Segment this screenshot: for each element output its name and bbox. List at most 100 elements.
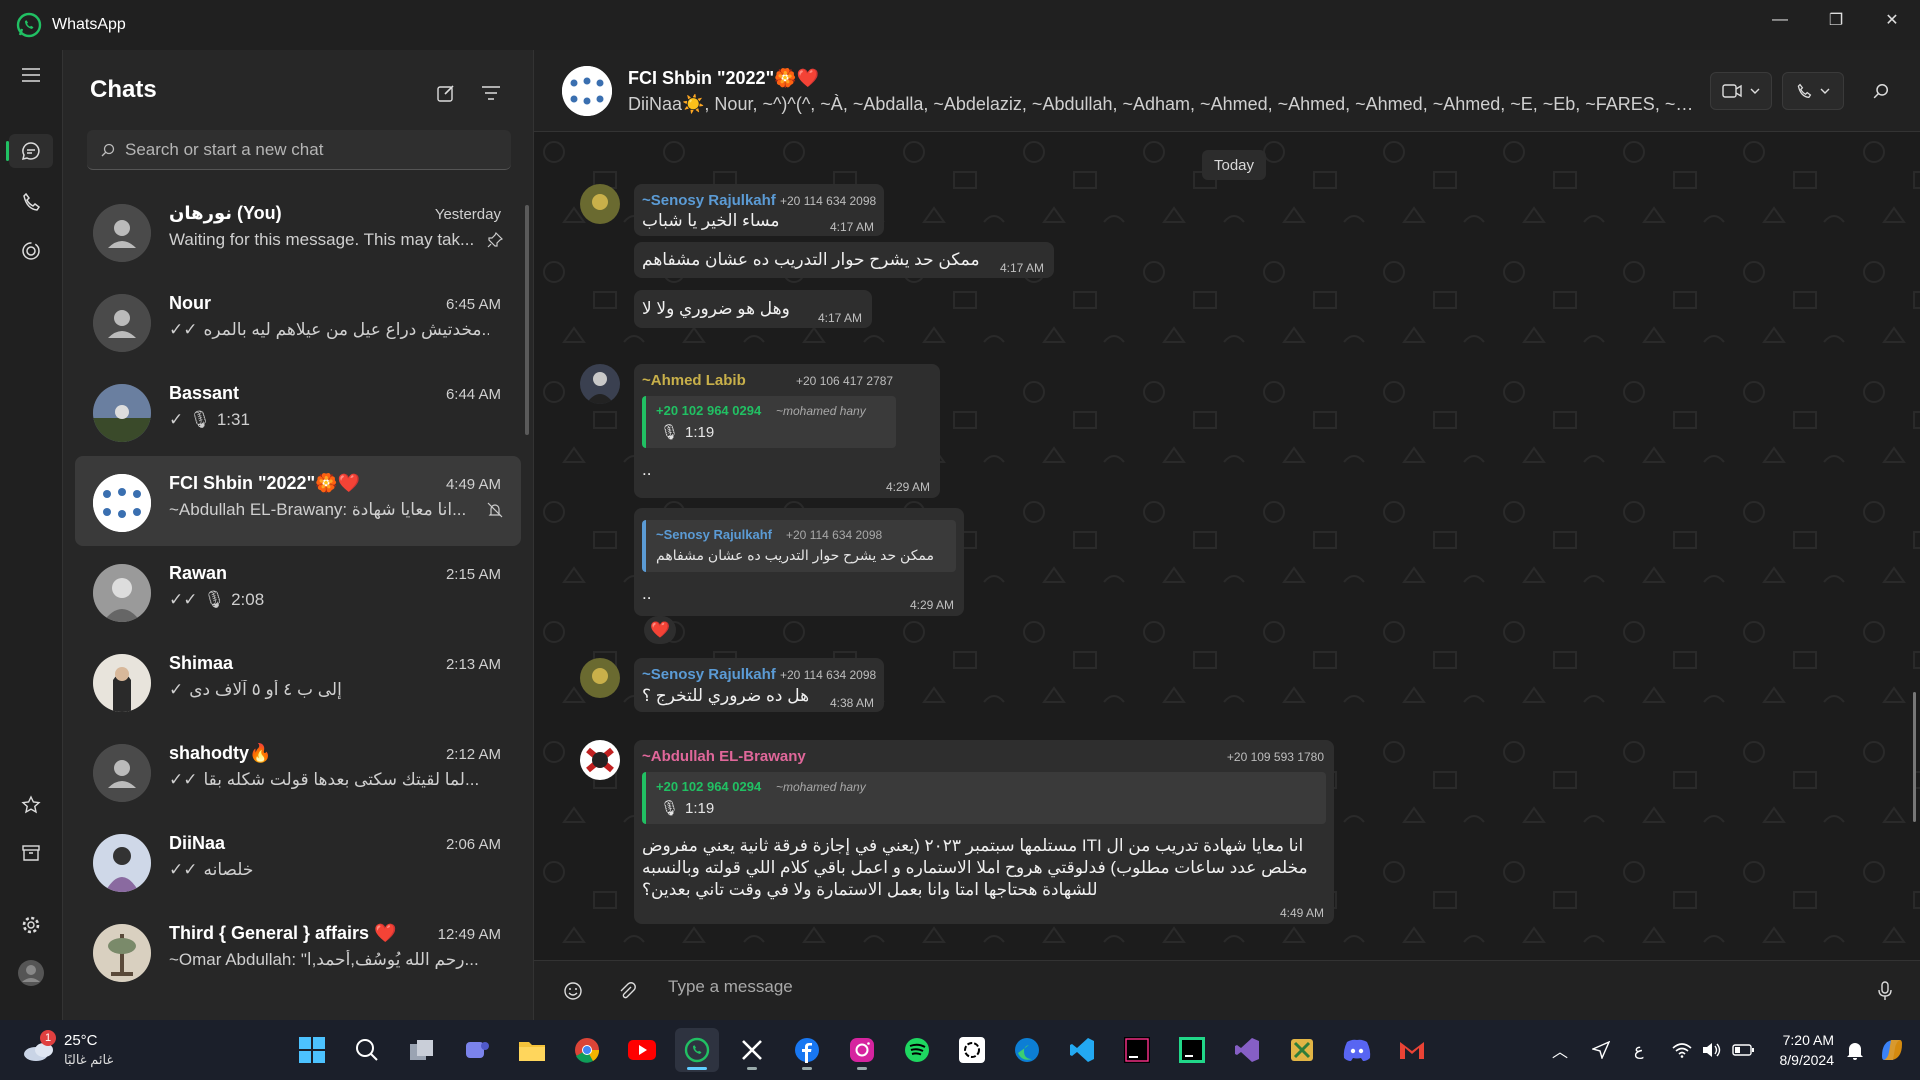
- quoted-message[interactable]: +20 102 964 0294 ~mohamed hany 🎙 1:19: [642, 772, 1326, 824]
- reaction-heart[interactable]: ❤️: [644, 616, 676, 644]
- quoted-message[interactable]: +20 102 964 0294 ~mohamed hany 🎙 1:19: [642, 396, 896, 448]
- quoted-phone: +20 114 634 2098: [786, 528, 883, 542]
- chat-item[interactable]: Rawan 2:15 AM ✓✓ 🎙 2:08: [75, 546, 521, 636]
- attach-icon[interactable]: [612, 976, 642, 1006]
- microphone-icon[interactable]: [1870, 976, 1900, 1006]
- message-bubble[interactable]: ~Senosy Rajulkahf +20 114 634 2098 مساء …: [634, 184, 884, 236]
- vscode-icon[interactable]: [1060, 1028, 1104, 1072]
- default-avatar: [93, 744, 151, 802]
- sender-name[interactable]: ~Senosy Rajulkahf: [642, 192, 776, 209]
- youtube-icon[interactable]: [620, 1028, 664, 1072]
- chat-item-selected[interactable]: FCI Shbin "2022"🏵️❤️ 4:49 AM ~Abdullah E…: [75, 456, 521, 546]
- chat-item[interactable]: Bassant 6:44 AM ✓ 🎙 1:31: [75, 366, 521, 456]
- sender-avatar[interactable]: [580, 658, 620, 698]
- message-area[interactable]: Today ~Senosy Rajulkahf +20 114 634 2098…: [534, 132, 1920, 960]
- start-icon[interactable]: [290, 1028, 334, 1072]
- chrome-icon[interactable]: [565, 1028, 609, 1072]
- emoji-icon[interactable]: [558, 976, 588, 1006]
- task-view-icon[interactable]: [400, 1028, 444, 1072]
- chat-item[interactable]: Nour 6:45 AM ✓✓ مخدتيش دراع عيل من عيلاهم…: [75, 276, 521, 366]
- chat-item[interactable]: DiiNaa 2:06 AM ✓✓ خلصانه: [75, 816, 521, 906]
- archive-icon[interactable]: [14, 836, 48, 870]
- settings-icon[interactable]: [14, 908, 48, 942]
- minimize-button[interactable]: —: [1752, 0, 1808, 40]
- sender-avatar[interactable]: [580, 184, 620, 224]
- chat-item[interactable]: Third { General } affairs ❤️ 12:49 AM ~O…: [75, 906, 521, 996]
- battery-icon[interactable]: [1731, 1044, 1754, 1056]
- chats-icon[interactable]: [9, 134, 53, 168]
- copilot-icon[interactable]: [1878, 1036, 1906, 1064]
- input-language[interactable]: ع: [1634, 1040, 1644, 1060]
- chat-preview: مخدتيش دراع عيل من عيلاهم ليه بالمره...: [203, 320, 490, 339]
- jetbrains-icon[interactable]: [1115, 1028, 1159, 1072]
- search-icon[interactable]: [345, 1028, 389, 1072]
- visual-studio-icon[interactable]: [1225, 1028, 1269, 1072]
- sender-avatar[interactable]: [580, 740, 620, 780]
- teams-icon[interactable]: [455, 1028, 499, 1072]
- volume-icon[interactable]: [1702, 1042, 1722, 1058]
- restore-button[interactable]: ❐: [1808, 0, 1864, 40]
- messages-scrollbar[interactable]: [1913, 692, 1916, 822]
- chat-item[interactable]: نورهان (You) Yesterday Waiting for this …: [75, 186, 521, 276]
- chat-item[interactable]: Shimaa 2:13 AM ✓ إلى ب ٤ أو ٥ آلاف دى: [75, 636, 521, 726]
- status-icon[interactable]: [14, 234, 48, 268]
- message-bubble[interactable]: ~Senosy Rajulkahf +20 114 634 2098 هل ده…: [634, 658, 884, 712]
- message-bubble[interactable]: وهل هو ضروري ولا لا 4:17 AM: [634, 290, 872, 328]
- sender-name[interactable]: ~Ahmed Labib: [642, 372, 746, 389]
- location-icon[interactable]: [1591, 1041, 1610, 1059]
- chat-preview: ~Omar Abdullah: "رحم الله يُوسُف,أحمد,ا.…: [169, 950, 479, 969]
- double-check-icon: ✓✓: [169, 770, 198, 789]
- wifi-icon[interactable]: [1671, 1042, 1692, 1058]
- message-time: 4:17 AM: [999, 261, 1044, 275]
- whatsapp-taskbar-icon[interactable]: [675, 1028, 719, 1072]
- x-icon[interactable]: [730, 1028, 774, 1072]
- group-name: FCI Shbin "2022"🏵️❤️: [628, 68, 819, 88]
- notification-bell-icon[interactable]: [1846, 1040, 1864, 1060]
- profile-avatar-icon[interactable]: [14, 956, 48, 990]
- facebook-icon[interactable]: [785, 1028, 829, 1072]
- edge-icon[interactable]: [1005, 1028, 1049, 1072]
- message-bubble[interactable]: ممكن حد يشرح حوار التدريب ده عشان مشفاهم…: [634, 242, 1054, 278]
- contact-avatar: [93, 564, 151, 622]
- message-text: ممكن حد يشرح حوار التدريب ده عشان مشفاهم: [642, 250, 980, 269]
- file-explorer-icon[interactable]: [510, 1028, 554, 1072]
- clion-icon[interactable]: [1170, 1028, 1214, 1072]
- navigation-rail: [0, 50, 62, 1020]
- search-input[interactable]: [125, 139, 485, 160]
- snipping-tool-icon[interactable]: [1280, 1028, 1324, 1072]
- clock[interactable]: 7:20 AM 8/9/2024: [1780, 1030, 1835, 1070]
- spotify-icon[interactable]: [895, 1028, 939, 1072]
- message-input[interactable]: [668, 977, 1768, 997]
- chatgpt-icon[interactable]: [950, 1028, 994, 1072]
- starred-icon[interactable]: [14, 788, 48, 822]
- message-bubble[interactable]: ~Abdullah EL-Brawany +20 109 593 1780 +2…: [634, 740, 1334, 924]
- chat-list-scrollbar[interactable]: [525, 205, 529, 435]
- sender-name[interactable]: ~Senosy Rajulkahf: [642, 666, 776, 683]
- instagram-icon[interactable]: [840, 1028, 884, 1072]
- chat-item[interactable]: shahodty🔥 2:12 AM ✓✓ لما لقيتك سكتى بعدها…: [75, 726, 521, 816]
- quoted-message[interactable]: ~Senosy Rajulkahf +20 114 634 2098 ممكن …: [642, 520, 956, 572]
- weather-badge: 1: [40, 1030, 56, 1046]
- sender-avatar[interactable]: [580, 364, 620, 404]
- calls-icon[interactable]: [14, 185, 48, 219]
- chevron-up-icon[interactable]: ︿: [1552, 1038, 1568, 1062]
- sender-name[interactable]: ~Abdullah EL-Brawany: [642, 748, 806, 765]
- discord-icon[interactable]: [1335, 1028, 1379, 1072]
- conversation-header[interactable]: FCI Shbin "2022"🏵️❤️ DiiNaa☀️, Nour, ~^)…: [534, 50, 1920, 132]
- message-bubble[interactable]: ~Senosy Rajulkahf +20 114 634 2098 ممكن …: [634, 508, 964, 616]
- video-call-button[interactable]: [1710, 72, 1772, 110]
- day-separator: Today: [1202, 150, 1266, 180]
- voice-call-button[interactable]: [1782, 72, 1844, 110]
- new-chat-icon[interactable]: [431, 78, 461, 108]
- search-box[interactable]: [87, 130, 511, 170]
- chat-list: نورهان (You) Yesterday Waiting for this …: [63, 198, 533, 996]
- search-messages-button[interactable]: [1862, 72, 1900, 110]
- menu-icon[interactable]: [14, 58, 48, 92]
- message-bubble[interactable]: ~Ahmed Labib +20 106 417 2787 +20 102 96…: [634, 364, 940, 498]
- close-button[interactable]: ✕: [1864, 0, 1920, 40]
- chat-time: 4:49 AM: [445, 476, 501, 493]
- weather-widget[interactable]: 1 25°C غائم غالبًا: [22, 1030, 142, 1070]
- filter-icon[interactable]: [476, 78, 506, 108]
- sender-phone: +20 114 634 2098: [780, 668, 877, 682]
- gmail-icon[interactable]: [1390, 1028, 1434, 1072]
